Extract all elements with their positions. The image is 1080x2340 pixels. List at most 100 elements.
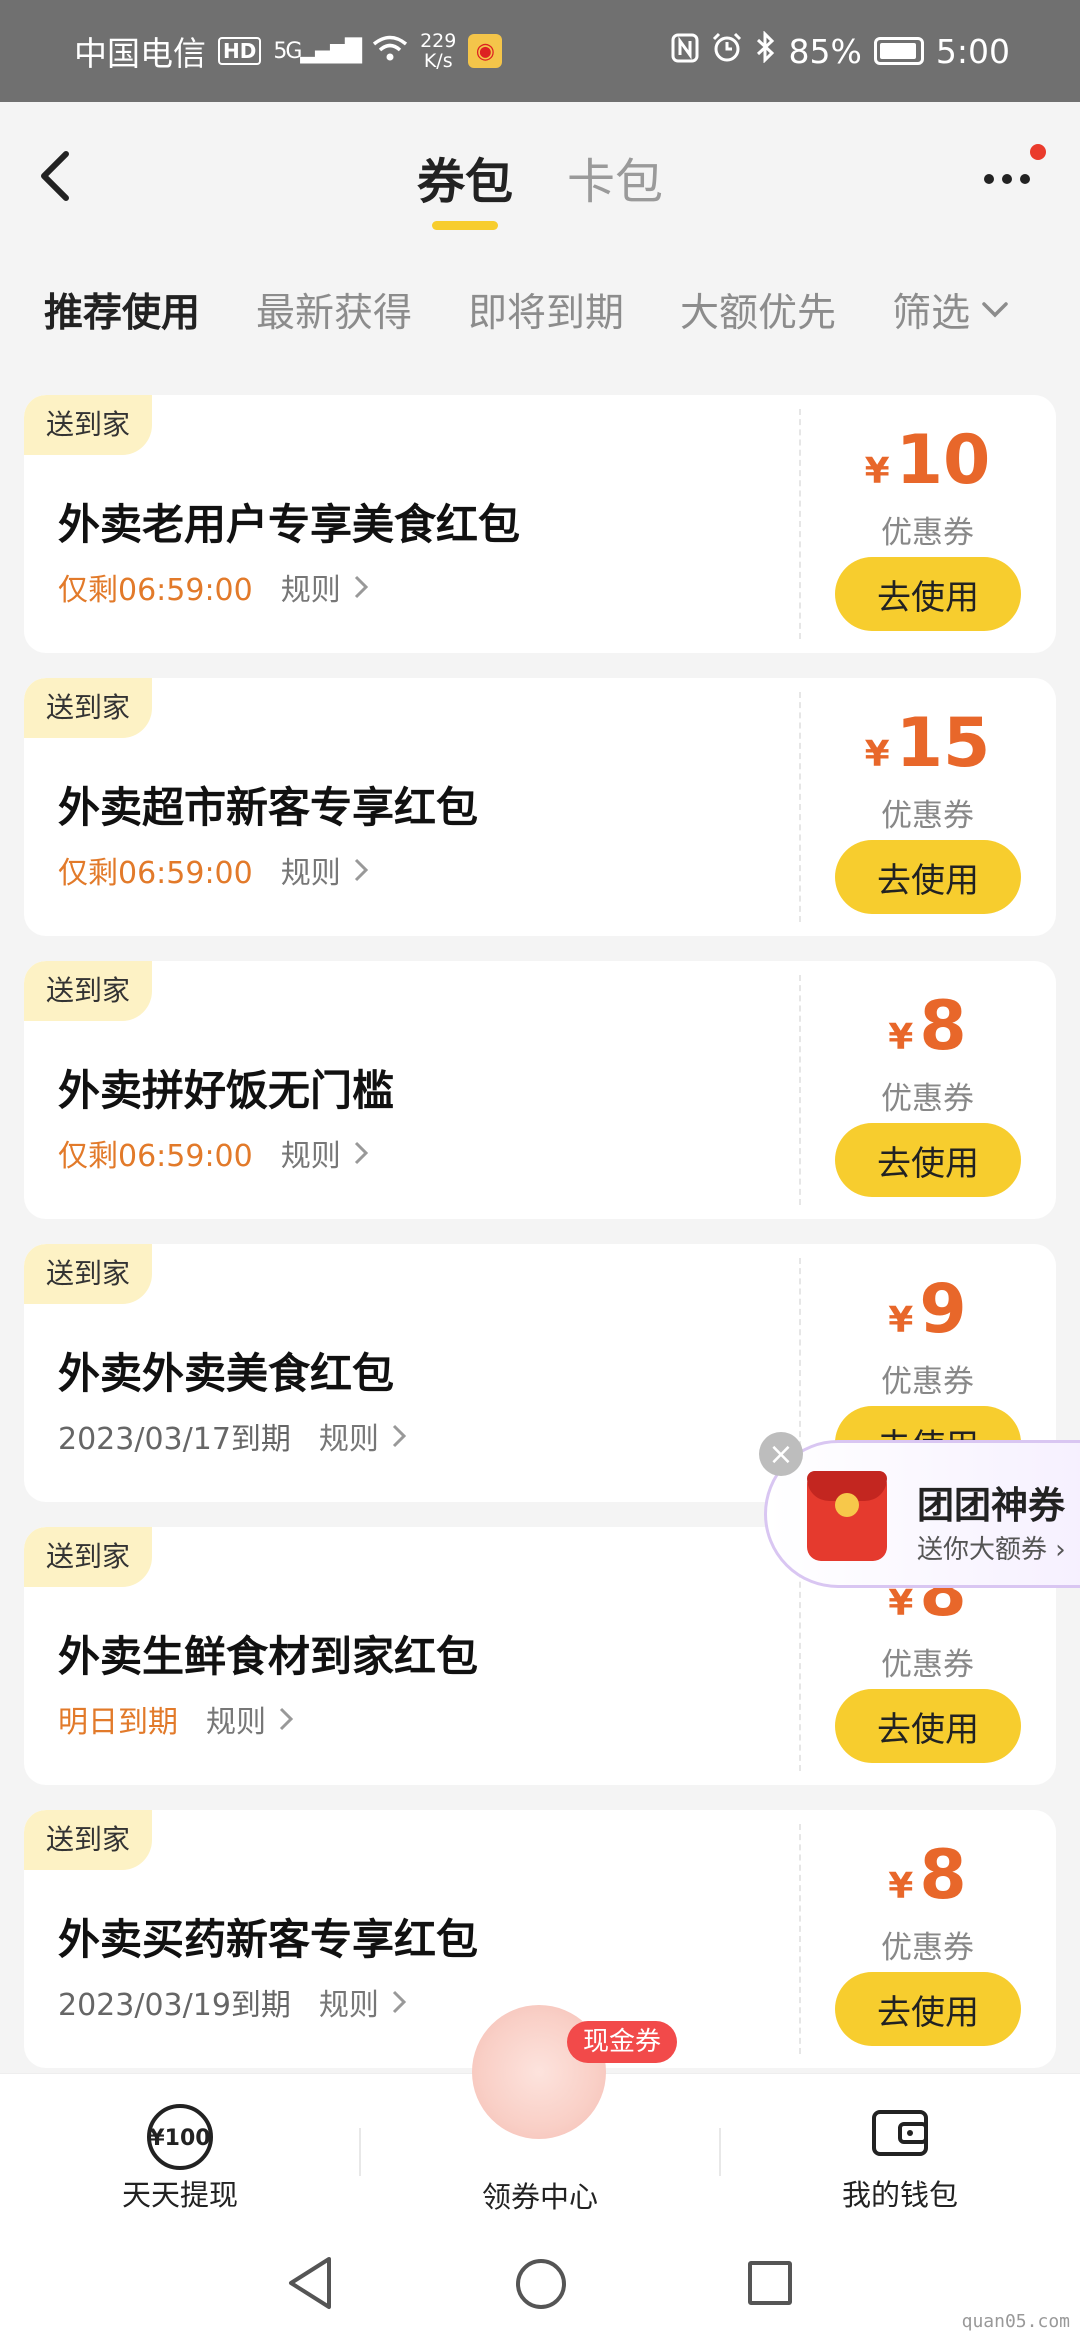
sort-tabs: 推荐使用 最新获得 即将到期 大额优先 筛选 xyxy=(44,282,1010,338)
coupon-card[interactable]: 送到家 外卖拼好饭无门槛 仅剩06:59:00 规则 ¥8 优惠券 去使用 xyxy=(24,961,1056,1219)
coupon-type: 优惠券 xyxy=(881,1930,974,1966)
coupon-expiry: 仅剩06:59:00 xyxy=(58,573,253,608)
status-left: 中国电信 HD 5G▂▄▆█ 229 K/s ◉ xyxy=(74,27,503,75)
status-right: 85% 5:00 xyxy=(671,30,1010,71)
red-envelope-icon xyxy=(807,1471,887,1561)
chevron-right-icon xyxy=(392,1424,407,1448)
coupon-tag: 送到家 xyxy=(24,1810,153,1870)
use-coupon-button[interactable]: 去使用 xyxy=(835,840,1021,914)
coupon-meta: 仅剩06:59:00 规则 xyxy=(58,1131,369,1175)
chevron-right-icon xyxy=(354,858,368,882)
filter-label: 筛选 xyxy=(892,291,971,336)
bluetooth-icon xyxy=(755,30,777,71)
coupon-amount: ¥15 xyxy=(864,704,991,783)
coupon-tag: 送到家 xyxy=(24,1527,153,1587)
coupon-expiry: 2023/03/19到期 xyxy=(58,1988,291,2023)
coupon-list: 送到家 外卖老用户专享美食红包 仅剩06:59:00 规则 ¥10 优惠券 去使… xyxy=(24,395,1056,2093)
rule-link[interactable]: 规则 xyxy=(281,848,369,892)
wallet-icon xyxy=(872,2110,928,2156)
rule-link[interactable]: 规则 xyxy=(319,1980,407,2024)
coupon-meta: 仅剩06:59:00 规则 xyxy=(58,565,369,609)
cash-100-icon: ¥100 xyxy=(147,2104,213,2170)
coupon-meta: 明日到期 规则 xyxy=(58,1697,294,1741)
alarm-icon xyxy=(711,31,743,71)
nav-label: 领券中心 xyxy=(481,2180,598,2214)
nav-label: 我的钱包 xyxy=(841,2178,958,2212)
close-icon: × xyxy=(768,1436,794,1472)
battery-percent: 85% xyxy=(788,31,862,71)
coupon-amount: ¥8 xyxy=(888,1836,967,1915)
filter-button[interactable]: 筛选 xyxy=(892,282,1010,338)
clock-time: 5:00 xyxy=(935,31,1010,71)
coupon-title: 外卖生鲜食材到家红包 xyxy=(58,1632,479,1681)
coupon-type: 优惠券 xyxy=(881,798,974,834)
system-recents-icon[interactable] xyxy=(748,2261,792,2305)
rule-link[interactable]: 规则 xyxy=(281,1131,369,1175)
notification-dot xyxy=(1030,144,1046,160)
coupon-title: 外卖拼好饭无门槛 xyxy=(58,1066,395,1115)
sort-largest[interactable]: 大额优先 xyxy=(680,282,836,338)
promo-close-button[interactable]: × xyxy=(759,1432,803,1476)
coupon-type: 优惠券 xyxy=(881,1647,974,1683)
use-coupon-button[interactable]: 去使用 xyxy=(835,1689,1021,1763)
coupon-amount: ¥9 xyxy=(888,1270,967,1349)
promo-title: 团团神券 xyxy=(917,1484,1065,1527)
network-speed: 229 K/s xyxy=(420,30,457,72)
promo-subtitle: 送你大额券 › xyxy=(917,1535,1066,1565)
battery-icon xyxy=(873,37,924,65)
signal-icon: 5G▂▄▆█ xyxy=(273,38,362,64)
coupon-expiry: 仅剩06:59:00 xyxy=(58,1139,253,1174)
hd-badge: HD xyxy=(218,37,262,65)
coupon-expiry: 2023/03/17到期 xyxy=(58,1422,291,1457)
coupon-tag: 送到家 xyxy=(24,961,153,1021)
coupon-amount: ¥8 xyxy=(888,987,967,1066)
coupon-meta: 仅剩06:59:00 规则 xyxy=(58,848,369,892)
header: 券包 卡包 推荐使用 最新获得 即将到期 大额优先 筛选 xyxy=(0,102,1080,352)
chevron-right-icon xyxy=(279,1707,294,1731)
nfc-icon xyxy=(671,32,699,71)
sort-newest[interactable]: 最新获得 xyxy=(256,282,412,338)
coupon-title: 外卖超市新客专享红包 xyxy=(58,783,479,832)
system-back-icon[interactable] xyxy=(285,2255,335,2311)
coupon-tag: 送到家 xyxy=(24,1244,153,1304)
coupon-tag: 送到家 xyxy=(24,678,153,738)
coupon-card[interactable]: 送到家 外卖老用户专享美食红包 仅剩06:59:00 规则 ¥10 优惠券 去使… xyxy=(24,395,1056,653)
chevron-right-icon xyxy=(392,1990,407,2014)
coupon-type: 优惠券 xyxy=(881,515,974,551)
coupon-type: 优惠券 xyxy=(881,1364,974,1400)
promo-banner[interactable]: 团团神券 送你大额券 › xyxy=(764,1440,1080,1588)
sort-expiring[interactable]: 即将到期 xyxy=(468,282,624,338)
coupon-title: 外卖老用户专享美食红包 xyxy=(58,500,521,549)
more-options-button[interactable] xyxy=(984,164,1040,194)
nav-label: 天天提现 xyxy=(121,2178,238,2212)
main-tabs: 券包 卡包 xyxy=(0,142,1080,230)
sort-recommended[interactable]: 推荐使用 xyxy=(44,282,200,338)
use-coupon-button[interactable]: 去使用 xyxy=(835,557,1021,631)
coupon-meta: 2023/03/17到期 规则 xyxy=(58,1414,407,1458)
coupon-card[interactable]: 送到家 外卖超市新客专享红包 仅剩06:59:00 规则 ¥15 优惠券 去使用 xyxy=(24,678,1056,936)
weibo-notification-icon: ◉ xyxy=(468,34,503,68)
use-coupon-button[interactable]: 去使用 xyxy=(835,1972,1021,2046)
status-bar: 中国电信 HD 5G▂▄▆█ 229 K/s ◉ 85% 5:00 xyxy=(0,0,1080,102)
coupon-title: 外卖买药新客专享红包 xyxy=(58,1915,479,1964)
rule-link[interactable]: 规则 xyxy=(319,1414,407,1458)
coupon-meta: 2023/03/19到期 规则 xyxy=(58,1980,407,2024)
coupon-expiry: 明日到期 xyxy=(58,1705,178,1740)
chevron-right-icon xyxy=(354,1141,368,1165)
tab-coupons[interactable]: 券包 xyxy=(417,142,513,230)
rule-link[interactable]: 规则 xyxy=(281,565,369,609)
nav-separator xyxy=(359,2128,361,2176)
coupon-amount: ¥10 xyxy=(864,421,991,500)
svg-text:¥100: ¥100 xyxy=(149,2126,210,2151)
coupon-type: 优惠券 xyxy=(881,1081,974,1117)
tab-cards[interactable]: 卡包 xyxy=(567,142,663,230)
system-nav-bar: quan05.com xyxy=(0,2233,1080,2340)
system-home-icon[interactable] xyxy=(516,2259,566,2309)
coupon-expiry: 仅剩06:59:00 xyxy=(58,856,253,891)
chevron-right-icon xyxy=(354,575,368,599)
wifi-icon xyxy=(372,32,408,71)
chevron-down-icon xyxy=(982,302,1008,318)
rule-link[interactable]: 规则 xyxy=(206,1697,294,1741)
use-coupon-button[interactable]: 去使用 xyxy=(835,1123,1021,1197)
coupon-tag: 送到家 xyxy=(24,395,153,455)
